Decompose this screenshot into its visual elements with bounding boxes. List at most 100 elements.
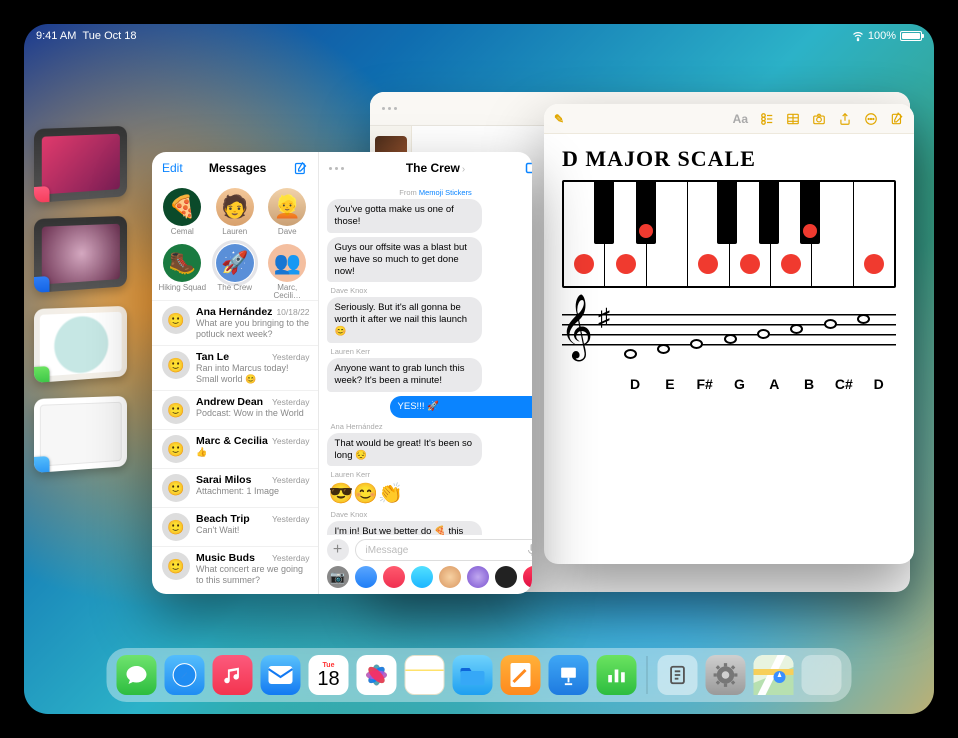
conversation-preview: Ran into Marcus today! Small world 😊: [196, 363, 310, 385]
received-bubble[interactable]: Seriously. But it's all gonna be worth i…: [327, 297, 482, 343]
messages-title: Messages: [209, 161, 266, 175]
avatar: 👥: [268, 244, 306, 282]
conversation-preview: What are you bringing to the potluck nex…: [196, 318, 310, 340]
pinned-conversation[interactable]: 👥 Marc, Cecili…: [263, 244, 312, 298]
pinned-name: Marc, Cecili…: [263, 284, 312, 298]
table-icon[interactable]: [786, 112, 800, 126]
message-input[interactable]: iMessage: [355, 539, 532, 561]
dock-calendar-icon[interactable]: Tue18: [309, 655, 349, 695]
conversation-item[interactable]: 🙂 Andrew DeanYesterday Podcast: Wow in t…: [152, 390, 318, 429]
chevron-right-icon: ›: [462, 164, 465, 175]
avatar: 🙂: [162, 306, 190, 334]
dock-music-icon[interactable]: [213, 655, 253, 695]
messages-thread[interactable]: From Memoji Stickers You've gotta make u…: [319, 184, 532, 535]
stage-tile-safari[interactable]: [34, 396, 127, 473]
dock-files-icon[interactable]: [453, 655, 493, 695]
conversation-item[interactable]: 🙂 Music BudsYesterday What concert are w…: [152, 546, 318, 591]
conversation-name: Beach Trip: [196, 513, 250, 525]
edit-button[interactable]: Edit: [162, 161, 183, 175]
dock-maps-icon[interactable]: [754, 655, 794, 695]
memoji2-app-icon[interactable]: [467, 566, 489, 588]
hashtag-app-icon[interactable]: [523, 566, 532, 588]
memoji-app-icon[interactable]: [439, 566, 461, 588]
messages-window[interactable]: Edit Messages 🍕Cemal🧑 Lauren 👱 Dave 🥾Hiking …: [152, 152, 532, 594]
notes-editor-toolbar[interactable]: ✎ Aa: [544, 104, 914, 134]
fitness-app-icon[interactable]: [411, 566, 433, 588]
stage-tile-photos[interactable]: [34, 216, 127, 293]
share-icon[interactable]: [838, 112, 852, 126]
scale-dot: [740, 254, 760, 274]
facetime-icon[interactable]: [525, 161, 532, 175]
conversation-item[interactable]: 🙂 Ana Hernández10/18/22 What are you bri…: [152, 300, 318, 345]
conversation-name: Ana Hernández: [196, 306, 272, 318]
stage-tile-music[interactable]: [34, 126, 127, 203]
pinned-conversation[interactable]: 👱 Dave: [263, 188, 312, 242]
status-date: Tue Oct 18: [82, 30, 136, 42]
received-bubble[interactable]: That would be great! It's been so long 😔: [327, 433, 482, 467]
conversation-date: Yesterday: [272, 397, 310, 407]
conversation-list[interactable]: 🙂 Ana Hernández10/18/22 What are you bri…: [152, 300, 318, 594]
avatar: 🧑: [216, 188, 254, 226]
dock[interactable]: Tue18: [107, 648, 852, 702]
photos-app-icon[interactable]: 📷: [327, 566, 349, 588]
dictate-icon[interactable]: [526, 543, 532, 557]
received-bubble[interactable]: You've gotta make us one of those!: [327, 199, 482, 233]
dock-messages-icon[interactable]: [117, 655, 157, 695]
checklist-icon[interactable]: [760, 112, 774, 126]
pinned-name: Dave: [278, 228, 297, 242]
dock-keynote-icon[interactable]: [549, 655, 589, 695]
conversation-item[interactable]: 🙂 Tan LeYesterday Ran into Marcus today!…: [152, 345, 318, 390]
dock-settings-icon[interactable]: [706, 655, 746, 695]
numbers-icon: [34, 366, 50, 383]
more-icon[interactable]: [864, 112, 878, 126]
pinned-conversation[interactable]: 🚀The Crew: [211, 244, 260, 298]
dock-numbers-icon[interactable]: [597, 655, 637, 695]
note-body[interactable]: D MAJOR SCALE: [544, 134, 914, 404]
digital-touch-icon[interactable]: [495, 566, 517, 588]
dock-photos-icon[interactable]: [357, 655, 397, 695]
battery-percent: 100%: [868, 30, 896, 42]
dock-notes-icon[interactable]: [405, 655, 445, 695]
conversation-item[interactable]: 🙂 Beach TripYesterday Can't Wait!: [152, 507, 318, 546]
notes-editor-window[interactable]: ✎ Aa D MAJOR SCALE: [544, 104, 914, 564]
avatar: 🙂: [162, 351, 190, 379]
avatar: 👱: [268, 188, 306, 226]
pinned-conversation[interactable]: 🧑 Lauren: [211, 188, 260, 242]
messages-app-strip[interactable]: 📷: [319, 563, 532, 594]
dock-app-library-icon[interactable]: [802, 655, 842, 695]
dock-safari-icon[interactable]: [165, 655, 205, 695]
new-note-icon[interactable]: [890, 112, 904, 126]
conversation-preview: What concert are we going to this summer…: [196, 564, 310, 586]
received-bubble[interactable]: Anyone want to grab lunch this week? It'…: [327, 358, 482, 392]
messages-sidebar: Edit Messages 🍕Cemal🧑 Lauren 👱 Dave 🥾Hiking …: [152, 152, 319, 594]
received-bubble[interactable]: Guys our offsite was a blast but we have…: [327, 237, 482, 283]
input-placeholder: iMessage: [366, 545, 409, 556]
pinned-conversation[interactable]: 🥾Hiking Squad: [158, 244, 207, 298]
scale-dot: [616, 254, 636, 274]
scale-dot: [698, 254, 718, 274]
received-bubble[interactable]: I'm in! But we better do 🍕 this time!: [327, 521, 482, 535]
apps-plus-button[interactable]: +: [327, 539, 349, 561]
text-format-button[interactable]: Aa: [733, 112, 748, 126]
conversation-item[interactable]: 🙂 Marc & CeciliaYesterday 👍: [152, 429, 318, 468]
dock-pages-icon[interactable]: [501, 655, 541, 695]
dock-recents-icon[interactable]: [658, 655, 698, 695]
sender-label: Lauren Kerr: [331, 347, 532, 356]
sender-label: Dave Knox: [331, 286, 532, 295]
stage-tile-numbers[interactable]: [34, 306, 127, 383]
appstore-app-icon[interactable]: [355, 566, 377, 588]
conversation-preview: Can't Wait!: [196, 525, 310, 536]
sent-bubble[interactable]: YES!!! 🚀: [390, 396, 532, 418]
thread-title[interactable]: The Crew: [406, 161, 460, 175]
markup-icon[interactable]: ✎: [554, 112, 564, 126]
music-app-icon[interactable]: [383, 566, 405, 588]
conversation-item[interactable]: 🙂 Sarai MilosYesterday Attachment: 1 Ima…: [152, 468, 318, 507]
camera-icon[interactable]: [812, 112, 826, 126]
compose-icon[interactable]: [293, 161, 308, 176]
pinned-name: Lauren: [222, 228, 247, 242]
stage-manager-strip: [34, 129, 138, 473]
dock-mail-icon[interactable]: [261, 655, 301, 695]
conversation-preview: Attachment: 1 Image: [196, 486, 310, 497]
pinned-conversation[interactable]: 🍕Cemal: [158, 188, 207, 242]
conversation-date: Yesterday: [272, 475, 310, 485]
